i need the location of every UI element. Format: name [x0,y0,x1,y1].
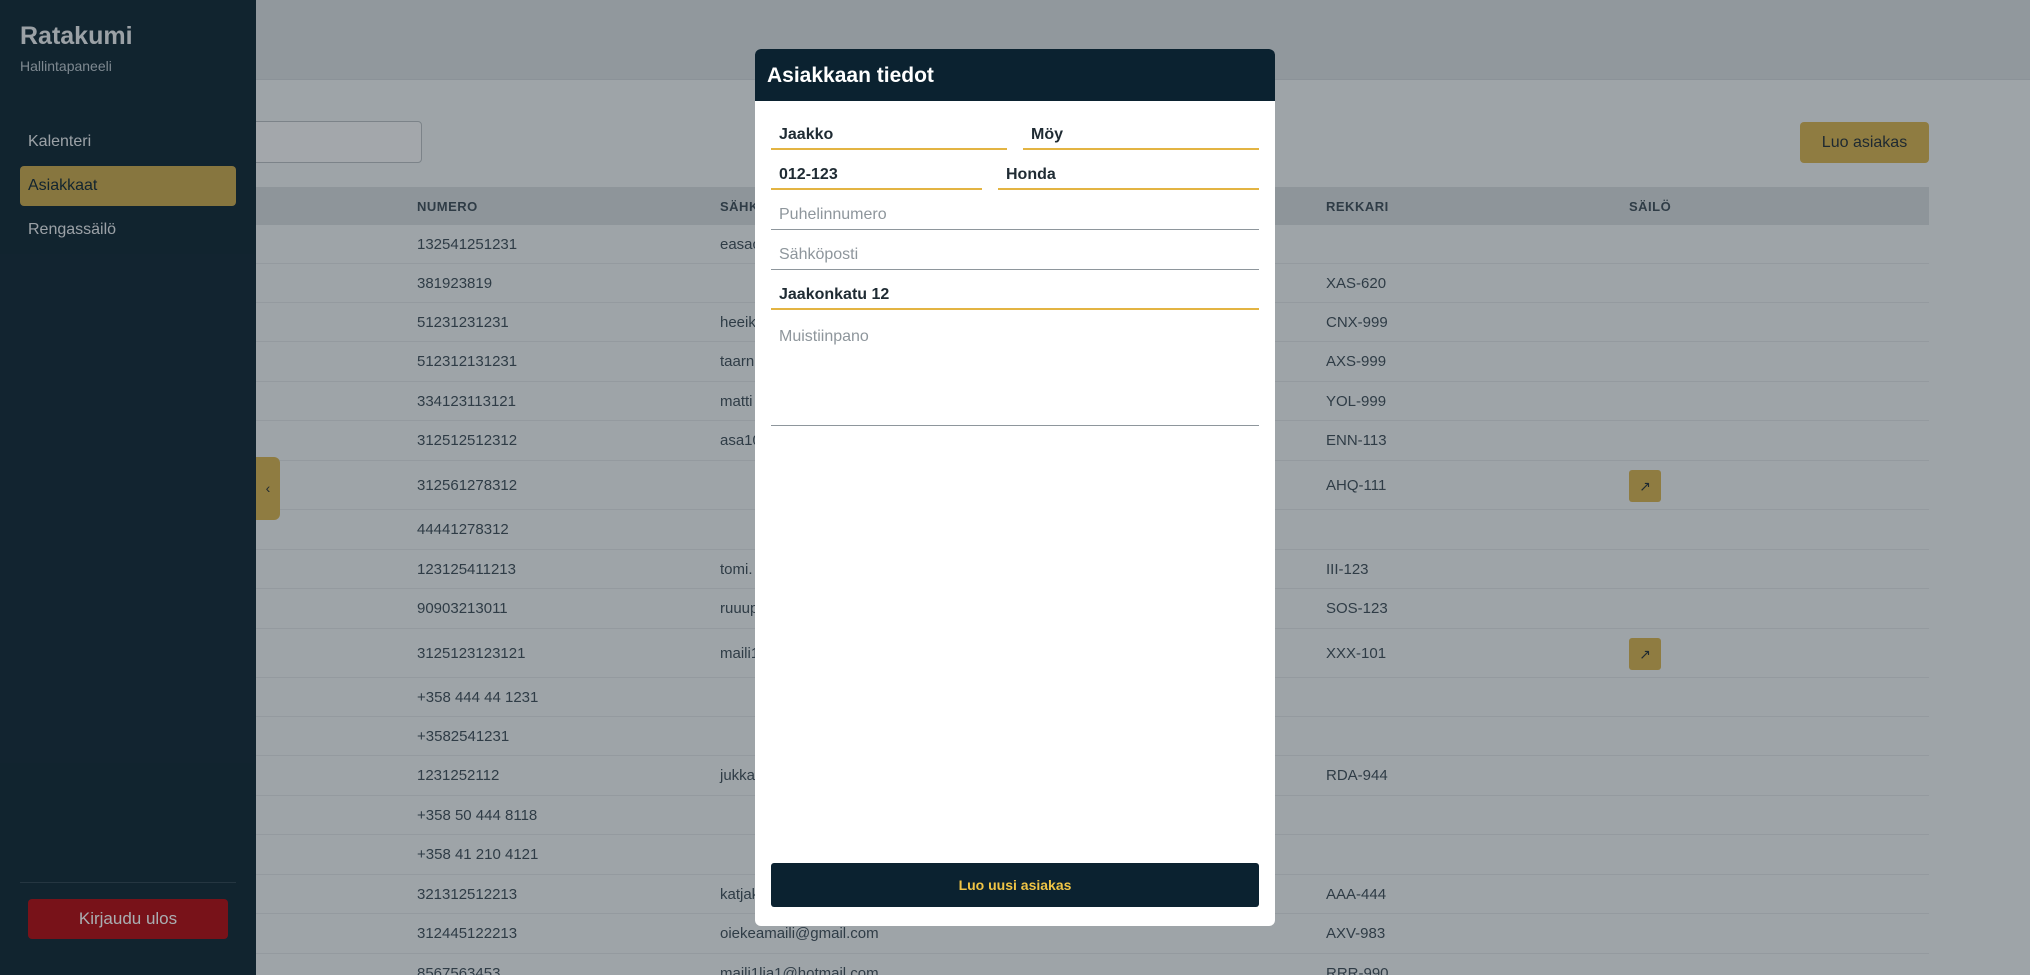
last-name-field[interactable]: Möy [1023,120,1259,150]
modal-title: Asiakkaan tiedot [755,49,1275,101]
car-field[interactable]: Honda [998,160,1259,190]
address-field[interactable]: Jaakonkatu 12 [771,280,1259,310]
first-name-field[interactable]: Jaakko [771,120,1007,150]
plate-field[interactable]: 012-123 [771,160,982,190]
notes-textarea[interactable]: Muistiinpano [771,320,1259,426]
email-field[interactable]: Sähköposti [771,240,1259,270]
customer-modal: Asiakkaan tiedot Jaakko Möy 012-123 Hond… [755,49,1275,926]
phone-field[interactable]: Puhelinnumero [771,200,1259,230]
create-new-customer-button[interactable]: Luo uusi asiakas [771,863,1259,907]
